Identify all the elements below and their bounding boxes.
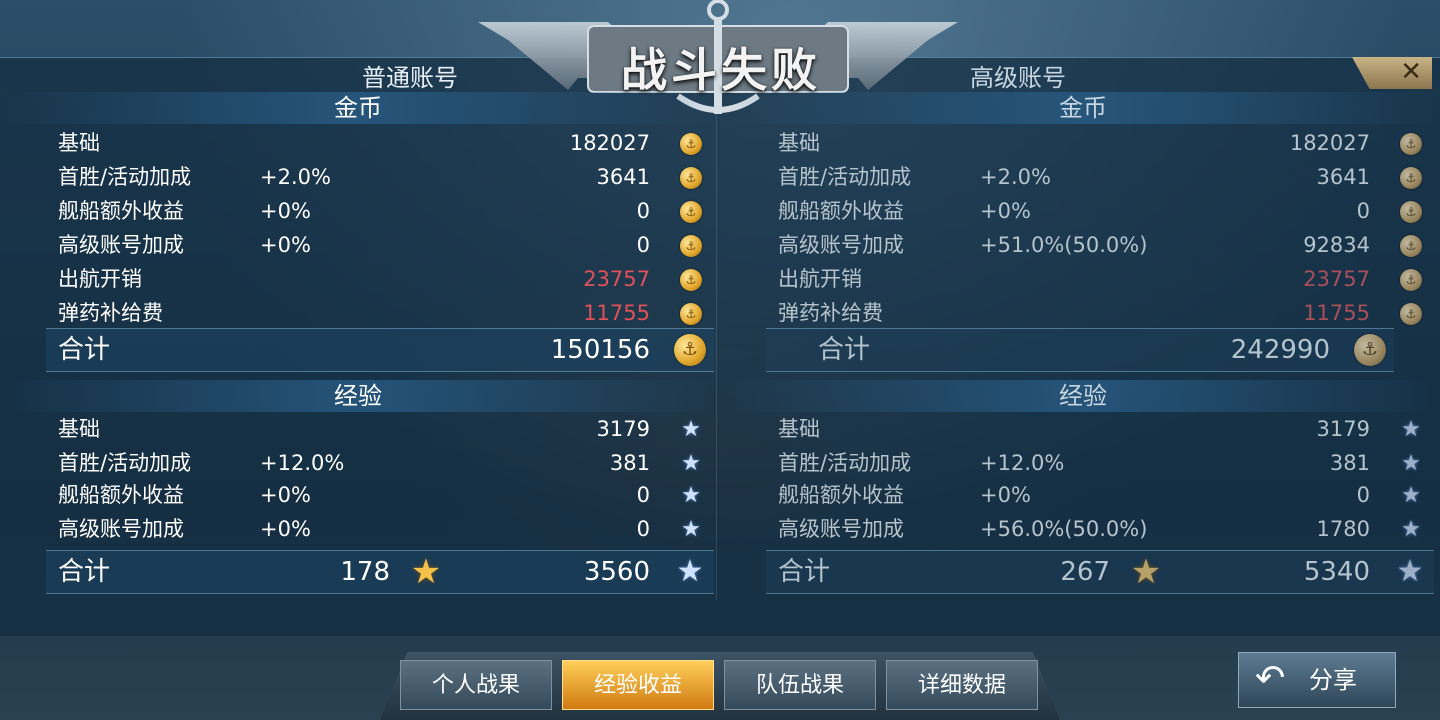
gold-row: 高级账号加成 +0% 0 ⚓ bbox=[58, 228, 714, 262]
gold-section-header: 金币 bbox=[726, 92, 1440, 124]
exp-row: 基础 3179 ★ bbox=[58, 417, 701, 442]
gold-row-expense: 弹药补给费 11755 ⚓ bbox=[778, 296, 1434, 330]
gold-row: 基础 182027 ⚓ bbox=[58, 126, 714, 160]
exp-row: 舰船额外收益 +0% 0 ★ bbox=[58, 483, 701, 508]
star-icon: ★ bbox=[681, 483, 701, 508]
gold-total-row: 合计 150156 ⚓ bbox=[46, 328, 714, 372]
share-button[interactable]: ↶ 分享 bbox=[1238, 652, 1396, 708]
exp-total-row: 合计 267 ★ 5340 ★ bbox=[766, 550, 1434, 594]
exp-row: 基础 3179 ★ bbox=[778, 417, 1421, 442]
gold-star-icon: ★ bbox=[410, 552, 442, 592]
return-arrow-icon: ↶ bbox=[1255, 658, 1286, 699]
anchor-coin-icon: ⚓ bbox=[1400, 269, 1422, 291]
star-icon: ★ bbox=[681, 517, 701, 542]
anchor-coin-icon: ⚓ bbox=[680, 201, 702, 223]
anchor-coin-icon: ⚓ bbox=[680, 269, 702, 291]
anchor-coin-icon: ⚓ bbox=[680, 303, 702, 325]
share-label: 分享 bbox=[1309, 666, 1357, 694]
anchor-coin-icon: ⚓ bbox=[680, 167, 702, 189]
gold-row: 基础 182027 ⚓ bbox=[778, 126, 1434, 160]
tab-detailed-data[interactable]: 详细数据 bbox=[886, 660, 1038, 710]
tab-personal-results[interactable]: 个人战果 bbox=[400, 660, 552, 710]
star-icon: ★ bbox=[1396, 554, 1424, 589]
star-icon: ★ bbox=[681, 417, 701, 442]
premium-account-header: 高级账号 bbox=[970, 64, 1066, 92]
gold-row: 舰船额外收益 +0% 0 ⚓ bbox=[58, 194, 714, 228]
anchor-coin-icon: ⚓ bbox=[1400, 235, 1422, 257]
gold-row: 首胜/活动加成 +2.0% 3641 ⚓ bbox=[58, 160, 714, 194]
star-icon: ★ bbox=[1401, 483, 1421, 508]
close-icon: ✕ bbox=[1400, 57, 1422, 87]
gold-row: 高级账号加成 +51.0%(50.0%) 92834 ⚓ bbox=[778, 228, 1434, 262]
tab-team-results[interactable]: 队伍战果 bbox=[724, 660, 876, 710]
gold-total-row: 合计 242990 ⚓ bbox=[766, 328, 1394, 372]
gold-section-header: 金币 bbox=[0, 92, 716, 124]
exp-section-header: 经验 bbox=[0, 380, 716, 412]
exp-total-row: 合计 178 ★ 3560 ★ bbox=[46, 550, 714, 594]
anchor-coin-icon: ⚓ bbox=[1354, 334, 1386, 366]
anchor-coin-icon: ⚓ bbox=[1400, 133, 1422, 155]
anchor-coin-icon: ⚓ bbox=[1400, 303, 1422, 325]
column-divider bbox=[716, 100, 717, 600]
anchor-coin-icon: ⚓ bbox=[680, 133, 702, 155]
exp-row: 高级账号加成 +0% 0 ★ bbox=[58, 517, 701, 542]
gold-row: 舰船额外收益 +0% 0 ⚓ bbox=[778, 194, 1434, 228]
exp-row: 舰船额外收益 +0% 0 ★ bbox=[778, 483, 1421, 508]
anchor-coin-icon: ⚓ bbox=[674, 334, 706, 366]
anchor-coin-icon: ⚓ bbox=[680, 235, 702, 257]
gold-row-expense: 出航开销 23757 ⚓ bbox=[58, 262, 714, 296]
gold-star-icon: ★ bbox=[1130, 552, 1162, 592]
gold-row-expense: 弹药补给费 11755 ⚓ bbox=[58, 296, 714, 330]
star-icon: ★ bbox=[681, 451, 701, 476]
star-icon: ★ bbox=[676, 554, 704, 589]
anchor-coin-icon: ⚓ bbox=[1400, 167, 1422, 189]
anchor-coin-icon: ⚓ bbox=[1400, 201, 1422, 223]
gold-row: 首胜/活动加成 +2.0% 3641 ⚓ bbox=[778, 160, 1434, 194]
star-icon: ★ bbox=[1401, 517, 1421, 542]
normal-account-header: 普通账号 bbox=[362, 64, 458, 92]
exp-row: 首胜/活动加成 +12.0% 381 ★ bbox=[778, 451, 1421, 476]
gold-row-expense: 出航开销 23757 ⚓ bbox=[778, 262, 1434, 296]
star-icon: ★ bbox=[1401, 417, 1421, 442]
tab-exp-earnings[interactable]: 经验收益 bbox=[562, 660, 714, 710]
star-icon: ★ bbox=[1401, 451, 1421, 476]
exp-section-header: 经验 bbox=[726, 380, 1440, 412]
exp-row: 首胜/活动加成 +12.0% 381 ★ bbox=[58, 451, 701, 476]
anchor-icon bbox=[707, 0, 729, 21]
battle-result-title: 战斗失败 bbox=[621, 43, 821, 97]
exp-row: 高级账号加成 +56.0%(50.0%) 1780 ★ bbox=[778, 517, 1421, 542]
